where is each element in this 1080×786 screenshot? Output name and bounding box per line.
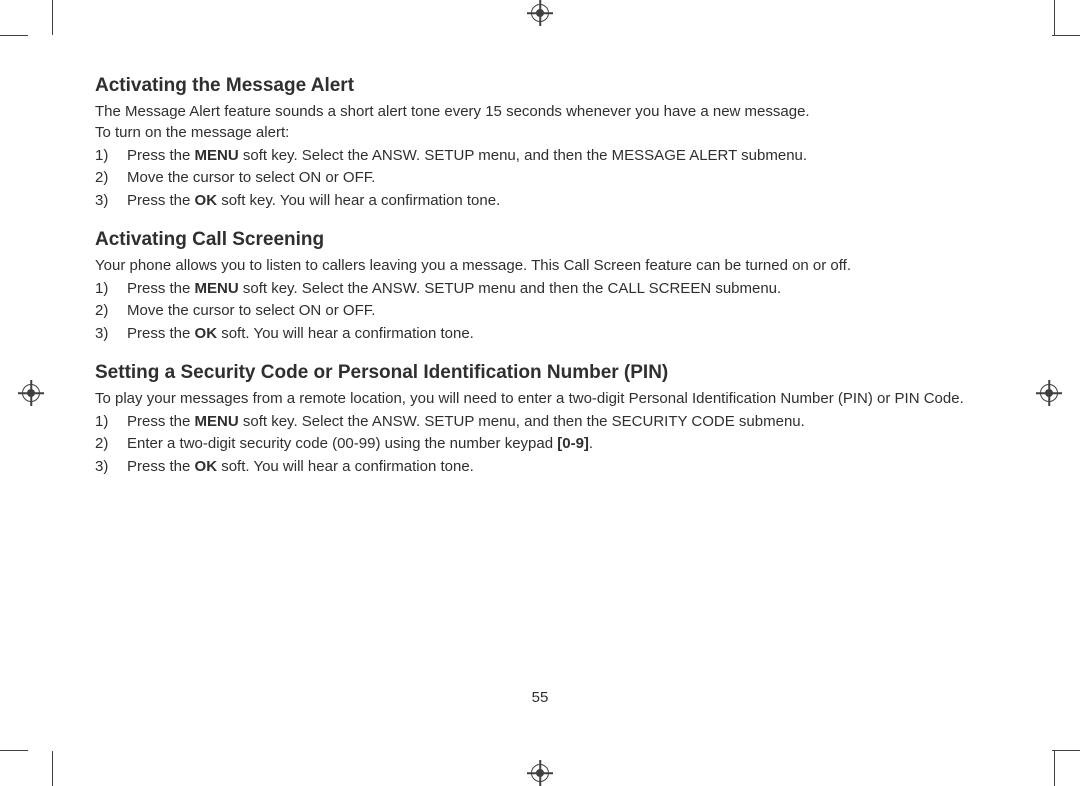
section-call-screening: Activating Call Screening Your phone all…	[95, 229, 1015, 344]
list-item: Enter a two-digit security code (00-99) …	[95, 435, 1015, 454]
list-item: Press the MENU soft key. Select the ANSW…	[95, 280, 1015, 299]
crop-mark	[0, 35, 28, 36]
paragraph: The Message Alert feature sounds a short…	[95, 103, 1015, 122]
heading: Activating the Message Alert	[95, 75, 1015, 97]
crop-mark	[1052, 750, 1080, 751]
step-list: Press the MENU soft key. Select the ANSW…	[95, 413, 1015, 477]
page-content: Activating the Message Alert The Message…	[95, 75, 1015, 481]
paragraph: Your phone allows you to listen to calle…	[95, 257, 1015, 276]
paragraph: To play your messages from a remote loca…	[95, 390, 1015, 409]
step-list: Press the MENU soft key. Select the ANSW…	[95, 280, 1015, 344]
crop-mark	[1052, 35, 1080, 36]
paragraph: To turn on the message alert:	[95, 124, 1015, 143]
list-item: Move the cursor to select ON or OFF.	[95, 302, 1015, 321]
section-security-code: Setting a Security Code or Personal Iden…	[95, 362, 1015, 477]
crop-mark	[1054, 751, 1055, 786]
registration-mark-icon	[531, 4, 549, 22]
list-item: Press the OK soft. You will hear a confi…	[95, 458, 1015, 477]
registration-mark-icon	[22, 384, 40, 402]
crop-mark	[1054, 0, 1055, 35]
step-list: Press the MENU soft key. Select the ANSW…	[95, 147, 1015, 211]
registration-mark-icon	[531, 764, 549, 782]
list-item: Press the OK soft key. You will hear a c…	[95, 192, 1015, 211]
list-item: Press the MENU soft key. Select the ANSW…	[95, 413, 1015, 432]
list-item: Press the OK soft. You will hear a confi…	[95, 325, 1015, 344]
crop-mark	[52, 0, 53, 35]
list-item: Move the cursor to select ON or OFF.	[95, 169, 1015, 188]
heading: Activating Call Screening	[95, 229, 1015, 251]
list-item: Press the MENU soft key. Select the ANSW…	[95, 147, 1015, 166]
section-message-alert: Activating the Message Alert The Message…	[95, 75, 1015, 211]
crop-mark	[0, 750, 28, 751]
registration-mark-icon	[1040, 384, 1058, 402]
heading: Setting a Security Code or Personal Iden…	[95, 362, 1015, 384]
page-number: 55	[532, 689, 549, 706]
crop-mark	[52, 751, 53, 786]
